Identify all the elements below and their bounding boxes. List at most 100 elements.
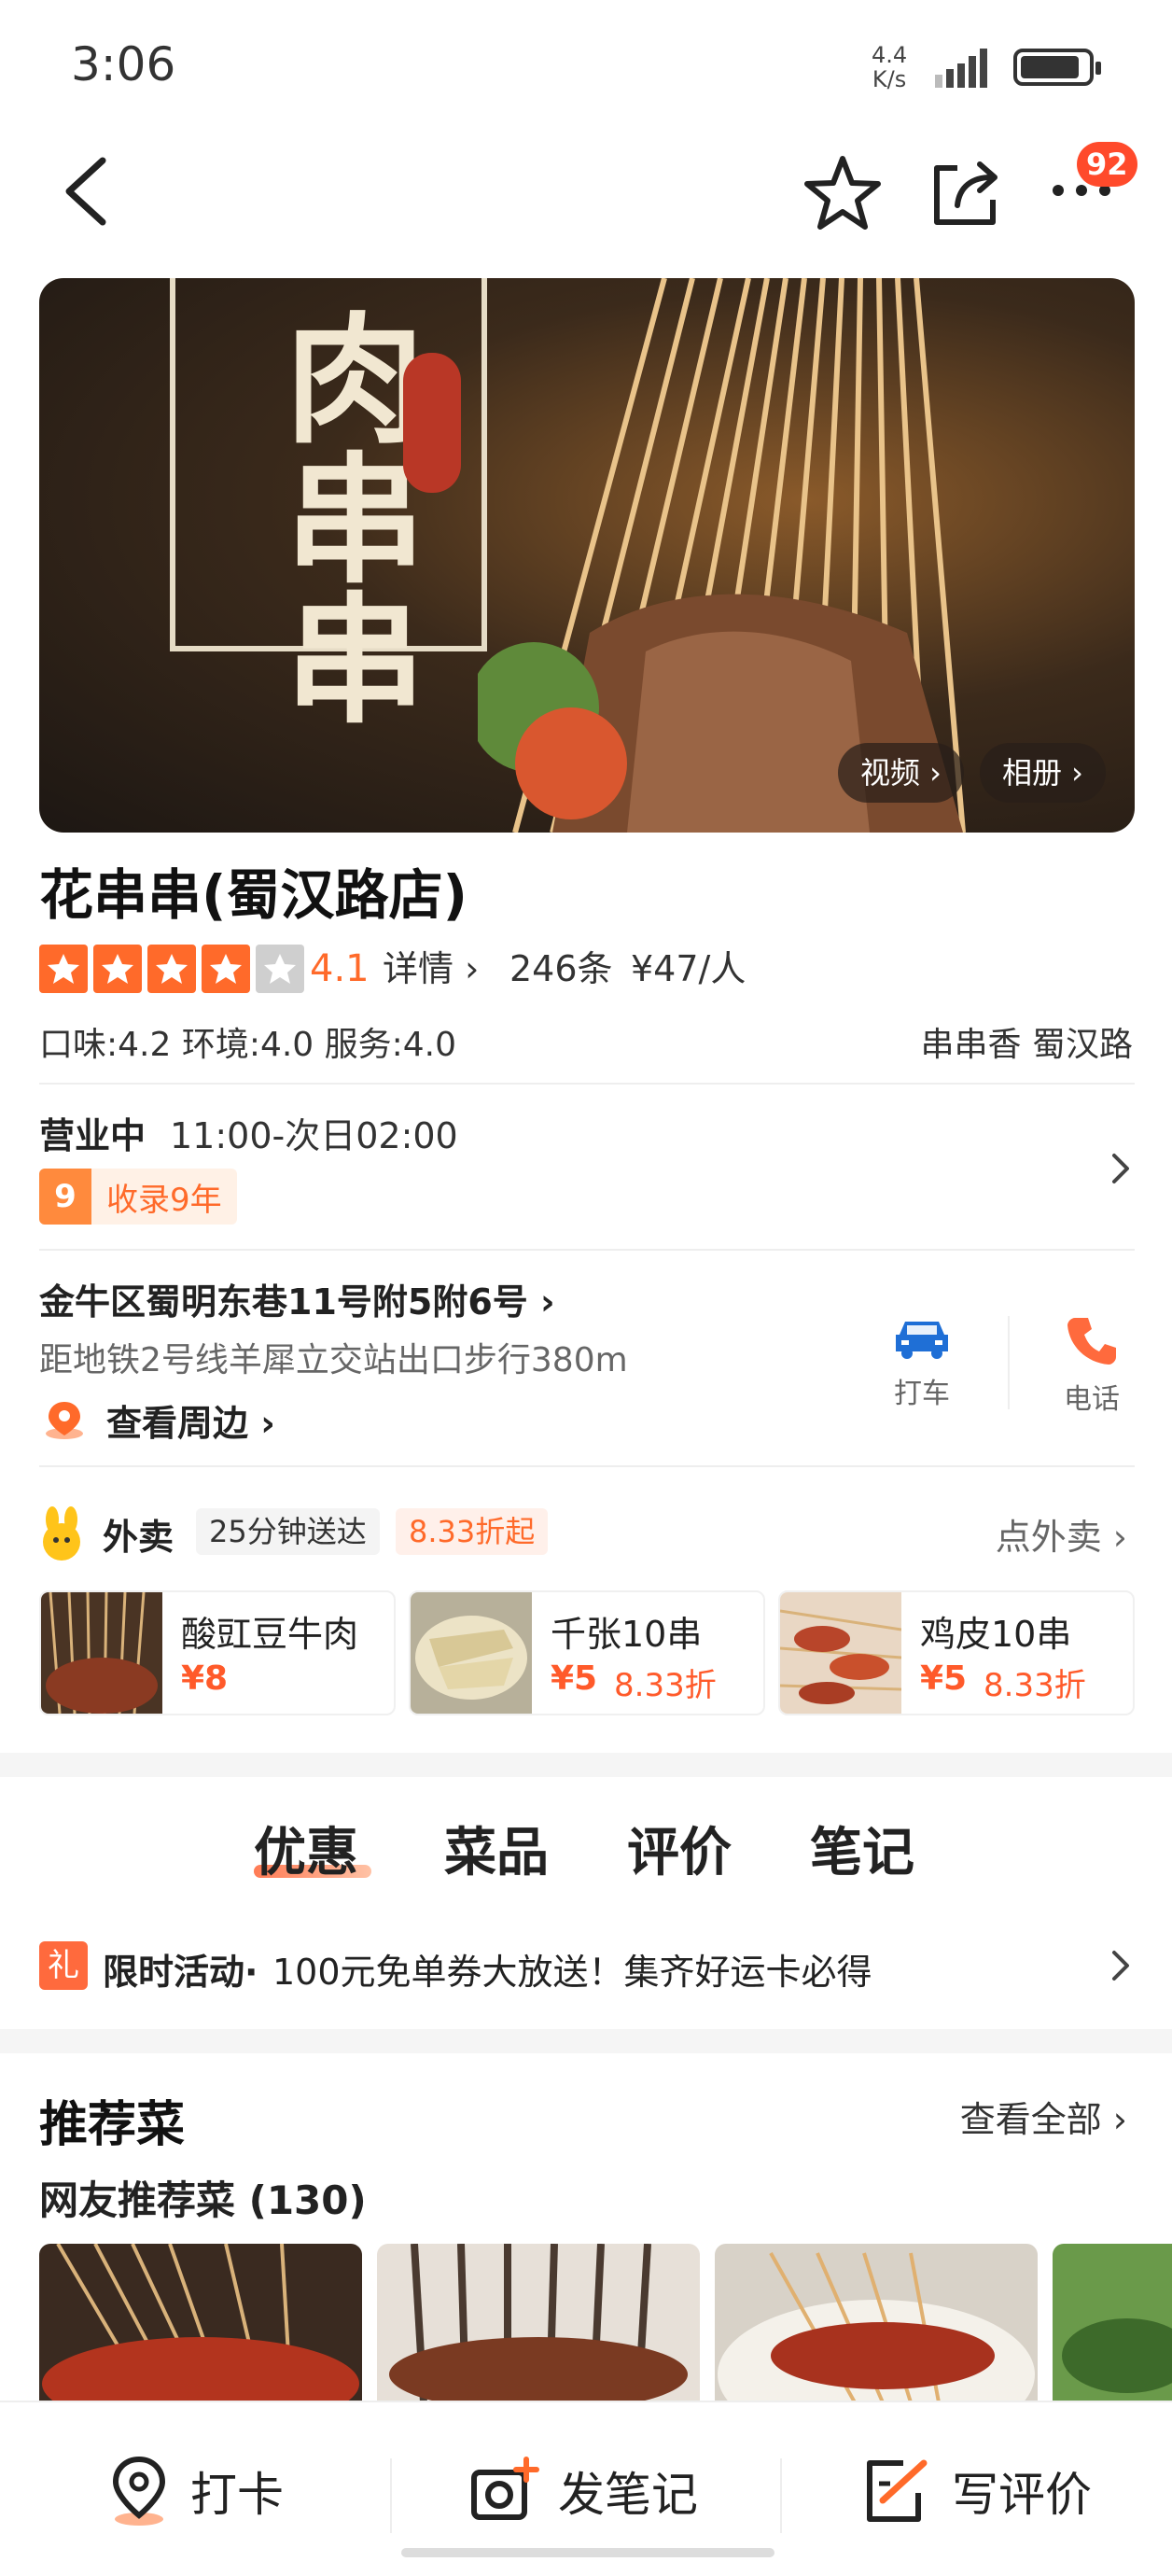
chevron-right-icon [1112, 1154, 1129, 1183]
shop-tags: 串串香 蜀汉路 [920, 1026, 1133, 1064]
star-empty-icon [256, 945, 304, 993]
star-icon [93, 945, 142, 993]
tab-reviews[interactable]: 评价 [627, 1811, 732, 1886]
network-speed-unit: K/s [872, 66, 907, 92]
dish-image [41, 1592, 162, 1714]
home-indicator[interactable] [401, 2548, 774, 2557]
metro-distance: 距地铁2号线羊犀立交站出口步行380m [39, 1341, 628, 1379]
phone-button[interactable]: 电话 [1056, 1314, 1127, 1417]
divider [39, 1465, 1135, 1467]
checkin-label: 打卡 [190, 2468, 284, 2522]
dish-price: ¥5 [551, 1659, 598, 1698]
album-button[interactable]: 相册 › [980, 743, 1106, 803]
signal-icon [935, 49, 987, 88]
delivery-time-badge: 25分钟送达 [196, 1508, 380, 1555]
dish-price: ¥5 [920, 1659, 968, 1698]
years-badge: 9 收录9年 [39, 1169, 237, 1225]
dish-photo [377, 2244, 700, 2402]
detail-link[interactable]: 详情 › [383, 945, 479, 993]
sub-scores: 口味:4.2 环境:4.0 服务:4.0 [39, 1026, 457, 1064]
recommended-dish-image[interactable] [1053, 2244, 1172, 2402]
notification-badge: 92 [1077, 142, 1137, 187]
share-icon[interactable] [929, 155, 1004, 230]
bottom-separator [390, 2458, 392, 2533]
promo-title: 限时活动· [103, 1952, 258, 1993]
network-speed: 4.4 K/s [872, 43, 907, 91]
write-review-label: 写评价 [952, 2468, 1092, 2522]
star-rating [39, 945, 304, 993]
dish-name: 千张10串 [551, 1614, 703, 1655]
recommended-dish-image[interactable] [39, 2244, 362, 2402]
back-arrow-icon[interactable] [56, 149, 121, 233]
video-button[interactable]: 视频 › [838, 743, 964, 803]
takeout-rabbit-icon [43, 1506, 80, 1561]
promo-text: 100元免单券大放送！集齐好运卡必得 [272, 1952, 872, 1993]
star-icon [147, 945, 196, 993]
network-speed-value: 4.4 [872, 42, 908, 68]
view-nearby-link[interactable]: 查看周边 › [106, 1394, 275, 1446]
post-note-button[interactable]: 发笔记 [468, 2449, 698, 2533]
dish-image [780, 1592, 901, 1714]
dish-image [411, 1592, 532, 1714]
chevron-right-icon [1112, 1951, 1129, 1981]
open-hours: 11:00-次日02:00 [170, 1115, 458, 1156]
phone-label: 电话 [1064, 1383, 1120, 1416]
hero-seal [403, 353, 461, 493]
star-icon [202, 945, 250, 993]
shop-name: 花串串(蜀汉路店) [39, 863, 468, 927]
post-note-label: 发笔记 [558, 2468, 698, 2522]
tab-dishes[interactable]: 菜品 [444, 1811, 549, 1886]
view-all-link[interactable]: 查看全部 › [960, 2091, 1127, 2142]
order-takeout-link[interactable]: 点外卖 › [996, 1508, 1127, 1560]
edit-review-icon [867, 2459, 928, 2522]
dish-name: 酸豇豆牛肉 [181, 1614, 359, 1655]
dish-discount: 8.33折 [984, 1667, 1086, 1704]
review-count[interactable]: 246条 [509, 945, 613, 993]
taxi-label: 打车 [894, 1378, 950, 1410]
takeout-title: 外卖 [103, 1517, 174, 1558]
rating-score: 4.1 [310, 947, 370, 990]
tab-discounts[interactable]: 优惠 [254, 1811, 358, 1886]
taxi-button[interactable]: 打车 [886, 1314, 957, 1411]
divider [39, 1083, 1135, 1085]
dish-photo [715, 2244, 1038, 2402]
recommended-dish-image[interactable] [715, 2244, 1038, 2402]
star-icon [39, 945, 88, 993]
section-gap [0, 2029, 1172, 2053]
recommend-subtitle: 网友推荐菜 (130) [39, 2177, 367, 2223]
divider [39, 1249, 1135, 1251]
recommended-dish-image[interactable] [377, 2244, 700, 2402]
camera-plus-icon [471, 2457, 539, 2520]
content-tabs: 优惠 菜品 评价 笔记 [0, 1811, 1172, 1885]
price-per-person: ¥47/人 [631, 948, 746, 989]
dish-photo [39, 2244, 362, 2402]
section-gap [0, 1753, 1172, 1777]
hero-sign-text: 肉串串 [261, 306, 424, 726]
years-number: 9 [39, 1169, 91, 1225]
location-pin-icon [112, 2456, 166, 2526]
checkin-button[interactable]: 打卡 [106, 2449, 284, 2533]
address-link[interactable]: 金牛区蜀明东巷11号附5附6号 › [39, 1273, 555, 1324]
favorite-star-icon[interactable] [802, 153, 883, 233]
takeout-dish-card[interactable]: 千张10串 ¥5 8.33折 [409, 1590, 765, 1715]
status-bar: 3:06 4.4 K/s [0, 0, 1172, 131]
dish-photo [1053, 2244, 1172, 2402]
dish-discount: 8.33折 [614, 1667, 717, 1704]
recommend-title: 推荐菜 [39, 2097, 186, 2153]
discount-badge: 8.33折起 [396, 1508, 549, 1555]
location-pin-icon [46, 1402, 83, 1439]
takeout-dish-card[interactable]: 酸豇豆牛肉 ¥8 [39, 1590, 396, 1715]
gift-icon: 礼 [39, 1941, 88, 1990]
bottom-separator [780, 2458, 782, 2533]
phone-icon [1067, 1318, 1116, 1365]
action-separator [1008, 1316, 1010, 1409]
write-review-button[interactable]: 写评价 [862, 2449, 1092, 2533]
car-icon [896, 1322, 948, 1359]
status-time: 3:06 [71, 37, 176, 91]
dish-price: ¥8 [181, 1659, 229, 1698]
tab-notes[interactable]: 笔记 [810, 1811, 914, 1886]
open-status: 营业中 [39, 1115, 146, 1156]
takeout-dish-card[interactable]: 鸡皮10串 ¥5 8.33折 [778, 1590, 1135, 1715]
hero-image[interactable]: 肉串串 视频 › 相册 › [39, 278, 1135, 833]
years-text: 收录9年 [106, 1181, 222, 1219]
